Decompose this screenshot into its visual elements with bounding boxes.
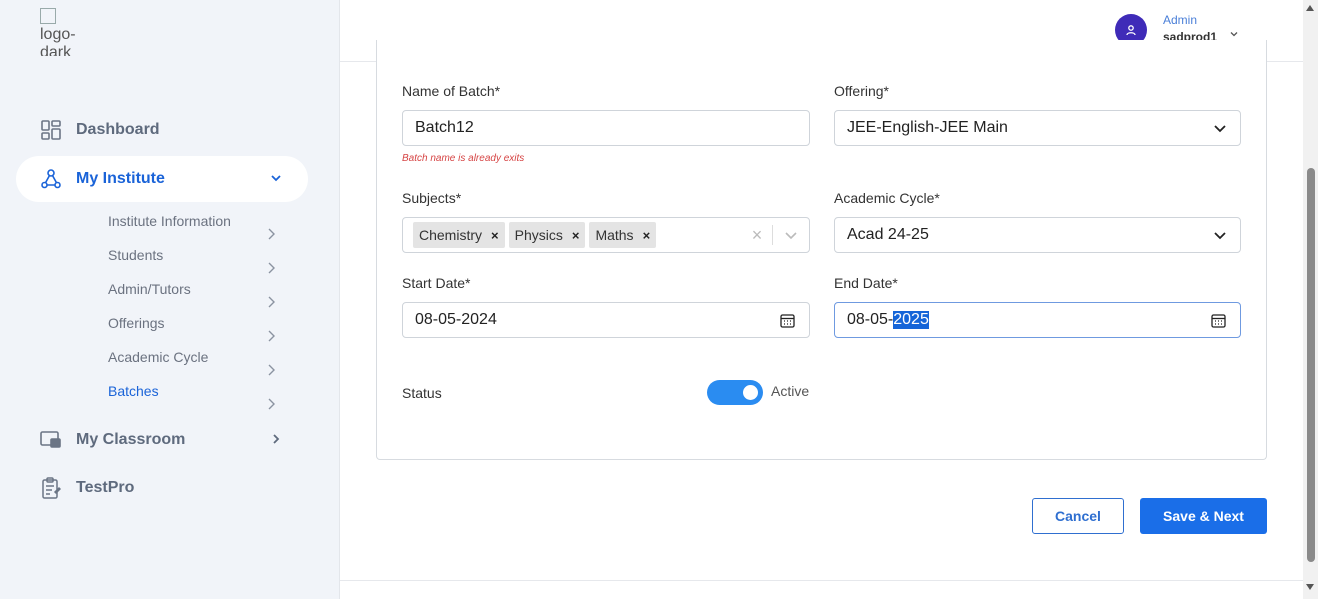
status-label: Status [402,385,442,401]
start-date-value: 08-05-2024 [415,311,497,328]
chevron-down-icon [1214,232,1226,240]
chevron-right-icon [270,432,282,448]
vertical-scrollbar[interactable] [1303,0,1318,599]
sidebar-item-academic-cycle[interactable]: Academic Cycle [108,349,208,365]
footer-divider [340,580,1303,581]
status-toggle[interactable] [707,380,763,405]
chevron-right-icon [266,362,276,378]
nav-label: Dashboard [76,121,160,138]
remove-chip-icon[interactable]: × [491,228,499,243]
subjects-multiselect[interactable]: Chemistry × Physics × Maths × × [402,217,810,253]
calendar-icon[interactable] [1211,313,1226,328]
toggle-knob [743,385,758,400]
offering-value: JEE-English-JEE Main [847,119,1008,136]
subject-chip: Physics × [508,222,586,248]
offering-select[interactable]: JEE-English-JEE Main [834,110,1241,146]
scroll-down-icon[interactable] [1306,584,1314,590]
end-date-value-selected: 2025 [893,311,929,329]
logo-alt-text: logo-dark [40,26,76,56]
remove-chip-icon[interactable]: × [643,228,651,243]
save-next-button[interactable]: Save & Next [1140,498,1267,534]
nav-item-testpro[interactable]: TestPro [16,465,308,511]
scroll-up-icon[interactable] [1306,5,1314,11]
cancel-button[interactable]: Cancel [1032,498,1124,534]
batch-name-input[interactable]: Batch12 [402,110,810,146]
chevron-right-icon [266,294,276,310]
end-date-label: End Date* [834,275,898,291]
multiselect-controls: × [742,218,809,252]
subject-chip: Chemistry × [413,222,505,248]
batch-name-label: Name of Batch* [402,83,501,99]
chevron-right-icon [266,226,276,242]
batch-name-error: Batch name is already exits [402,153,525,164]
user-role: Admin [1163,13,1198,27]
clear-icon[interactable]: × [742,225,772,246]
end-date-input[interactable]: 08-05- 2025 [834,302,1241,338]
sidebar-item-batches[interactable]: Batches [108,383,159,399]
start-date-label: Start Date* [402,275,471,291]
start-date-input[interactable]: 08-05-2024 [402,302,810,338]
academic-cycle-select[interactable]: Acad 24-25 [834,217,1241,253]
chip-label: Physics [514,227,563,243]
chevron-down-icon [1214,125,1226,133]
nav-label: My Institute [76,170,165,187]
sidebar-item-offerings[interactable]: Offerings [108,315,165,331]
nav-label: My Classroom [76,431,186,448]
status-toggle-label: Active [771,383,810,399]
subjects-label: Subjects* [402,190,462,206]
dashboard-icon [40,119,62,141]
chevron-right-icon [266,260,276,276]
batch-name-value: Batch12 [415,119,474,136]
chevron-right-icon [266,396,276,412]
broken-image-icon [40,8,56,24]
sidebar: logo-dark Dashboard My Institute Institu… [0,0,340,599]
end-date-value-prefix: 08-05- [847,311,894,328]
chip-label: Chemistry [419,227,483,243]
chevron-down-icon [270,171,282,187]
chevron-down-icon[interactable] [773,228,809,242]
nav-item-dashboard[interactable]: Dashboard [16,107,308,153]
logo[interactable]: logo-dark [40,8,80,56]
institute-icon [40,168,62,190]
nav-item-my-institute[interactable]: My Institute [16,156,308,202]
sidebar-item-institute-information[interactable]: Institute Information [108,213,231,229]
testpro-icon [40,477,62,499]
scroll-thumb[interactable] [1307,168,1315,562]
chevron-right-icon [266,328,276,344]
nav-label: TestPro [76,479,135,496]
remove-chip-icon[interactable]: × [572,228,580,243]
classroom-icon [40,429,62,451]
calendar-icon[interactable] [780,313,795,328]
chip-label: Maths [595,227,634,243]
sidebar-item-students[interactable]: Students [108,247,163,263]
subject-chip: Maths × [589,222,657,248]
sidebar-item-admin-tutors[interactable]: Admin/Tutors [108,281,191,297]
user-icon [1126,25,1136,36]
offering-label: Offering* [834,83,889,99]
academic-cycle-label: Academic Cycle* [834,190,940,206]
academic-cycle-value: Acad 24-25 [847,226,929,243]
nav-item-my-classroom[interactable]: My Classroom [16,417,308,463]
